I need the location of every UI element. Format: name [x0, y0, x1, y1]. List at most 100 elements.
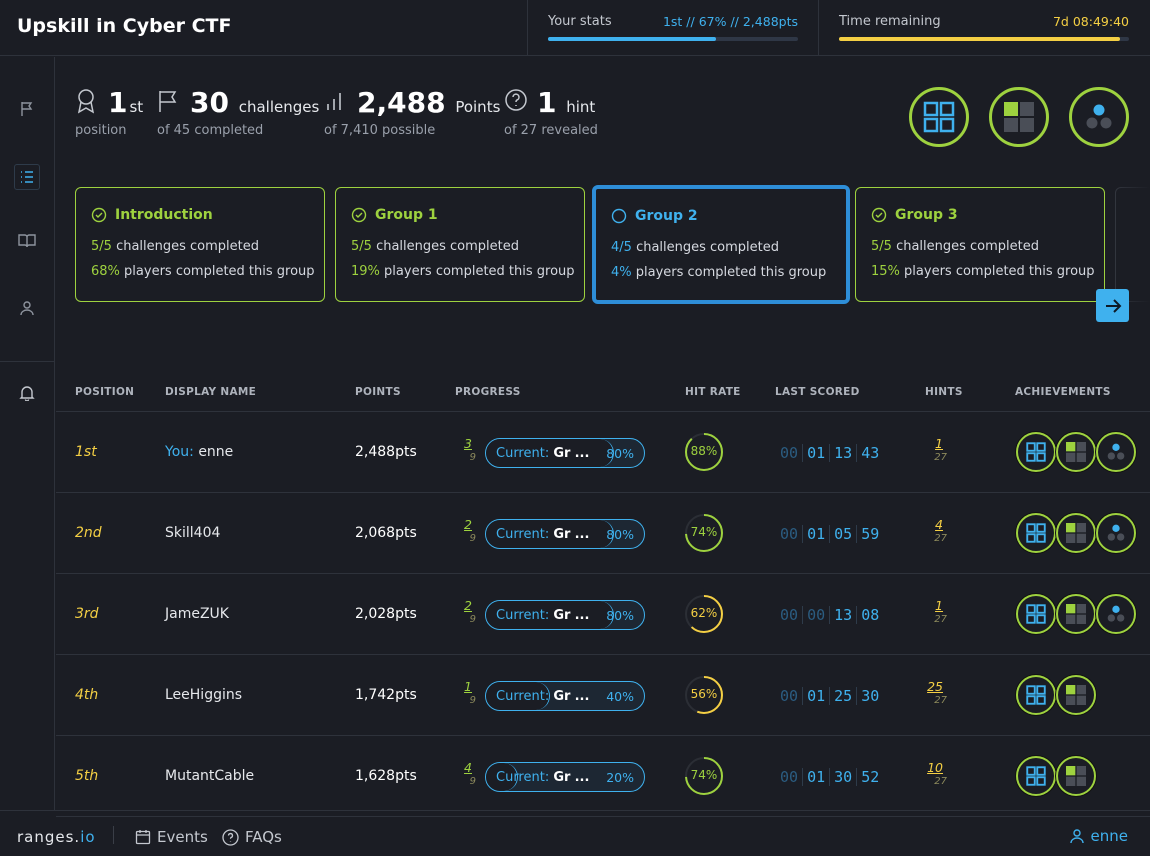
brand-logo[interactable]: ranges.io — [17, 828, 96, 846]
table-row[interactable]: 3rd JameZUK 2,028pts 2 9 Current: Gr ...… — [56, 574, 1150, 655]
user-menu[interactable]: enne — [1069, 827, 1128, 845]
row-progress-pill[interactable]: Current: Gr ... 80% — [485, 519, 645, 549]
group-card-introduction[interactable]: Introduction 5/5 challenges completed 68… — [75, 187, 325, 302]
leaderboard-header: POSITION DISPLAY NAME POINTS PROGRESS HI… — [56, 372, 1150, 412]
award-icon — [77, 89, 95, 114]
calendar-icon — [135, 830, 151, 845]
group-card-group-3[interactable]: Group 3 5/5 challenges completed 15% pla… — [855, 187, 1105, 302]
current-group: Gr — [553, 446, 571, 461]
group-done-text: challenges completed — [636, 240, 780, 255]
row-display-name: Skill404 — [165, 525, 220, 541]
your-stats-fill — [548, 37, 716, 41]
row-position: 5th — [75, 768, 99, 784]
row-progress-pill[interactable]: Current: Gr ... 80% — [485, 438, 645, 468]
events-link[interactable]: Events — [135, 828, 208, 846]
row-progress-pill[interactable]: Current: Gr ... 40% — [485, 681, 645, 711]
last-scored-part: 13 — [829, 444, 856, 462]
time-bar — [839, 37, 1129, 41]
faqs-label: FAQs — [245, 828, 282, 846]
col-points[interactable]: POINTS — [355, 386, 401, 398]
list-icon[interactable] — [14, 164, 40, 190]
row-display-name: You: enne — [165, 444, 233, 460]
time-label: Time remaining — [839, 14, 941, 29]
group-pct: 68% — [91, 264, 120, 279]
col-last-scored[interactable]: LAST SCORED — [775, 386, 860, 398]
row-points: 1,742pts — [355, 687, 417, 703]
achievement-tiles-badge[interactable] — [1056, 756, 1096, 796]
last-scored-part: 13 — [829, 606, 856, 624]
tiles-icon — [1066, 442, 1086, 462]
bell-icon[interactable] — [14, 380, 40, 406]
question-icon — [505, 89, 527, 111]
book-icon[interactable] — [14, 228, 40, 254]
hints-value: 1 — [537, 86, 557, 119]
grid-icon — [1026, 442, 1046, 462]
col-position[interactable]: POSITION — [75, 386, 134, 398]
footer-divider — [113, 826, 114, 844]
group-card-group-2[interactable]: Group 2 4/5 challenges completed 4% play… — [592, 185, 850, 304]
row-display-name: JameZUK — [165, 606, 229, 622]
achievement-grid-badge[interactable] — [1016, 675, 1056, 715]
last-scored-part: 25 — [829, 687, 856, 705]
table-row[interactable]: 4th LeeHiggins 1,742pts 1 9 Current: Gr … — [56, 655, 1150, 736]
table-row[interactable]: 2nd Skill404 2,068pts 2 9 Current: Gr ..… — [56, 493, 1150, 574]
group-done-text: challenges completed — [116, 239, 260, 254]
progress-current: Current: Gr ... — [496, 608, 589, 623]
sidebar — [0, 57, 55, 810]
achievement-tiles-badge[interactable] — [1056, 675, 1096, 715]
row-last-scored: 00 01 05 59 — [780, 525, 883, 543]
hints-used: 1 — [935, 598, 943, 613]
row-progress-pill[interactable]: Current: Gr ... 20% — [485, 762, 645, 792]
achievement-grid-badge[interactable] — [909, 87, 969, 147]
achievement-dots-badge[interactable] — [1096, 432, 1136, 472]
progress-total: 9 — [469, 452, 476, 463]
last-scored-part: 01 — [802, 444, 829, 462]
achievement-tiles-badge[interactable] — [1056, 594, 1096, 634]
row-progress-fraction: 3 9 — [452, 436, 476, 470]
group-pct: 19% — [351, 264, 380, 279]
carousel-next-button[interactable] — [1096, 289, 1129, 322]
achievement-tiles-badge[interactable] — [989, 87, 1049, 147]
time-remaining: Time remaining 7d 08:49:40 — [818, 0, 1150, 56]
row-progress-pill[interactable]: Current: Gr ... 80% — [485, 600, 645, 630]
brand-tld: io — [80, 828, 96, 846]
row-display-name: MutantCable — [165, 768, 254, 784]
group-pct-text: players completed this group — [904, 264, 1095, 279]
hit-rate-text: 56% — [690, 687, 718, 701]
achievement-grid-badge[interactable] — [1016, 432, 1056, 472]
last-scored-part: 52 — [856, 768, 883, 786]
progress-percent: 20% — [606, 770, 634, 785]
col-achievements[interactable]: ACHIEVEMENTS — [1015, 386, 1111, 398]
bar-chart-icon — [327, 93, 341, 110]
achievement-grid-badge[interactable] — [1016, 513, 1056, 553]
position-sub: position — [75, 123, 127, 138]
your-stats-value: 1st // 67% // 2,488pts — [662, 14, 798, 29]
dots-icon — [1107, 605, 1125, 622]
table-row[interactable]: 5th MutantCable 1,628pts 4 9 Current: Gr… — [56, 736, 1150, 817]
col-hints[interactable]: HINTS — [925, 386, 963, 398]
faqs-link[interactable]: FAQs — [222, 828, 282, 846]
flag-icon — [159, 91, 177, 112]
row-hit-rate: 74% — [684, 756, 724, 796]
hints-used: 10 — [927, 760, 943, 775]
achievement-dots-badge[interactable] — [1096, 513, 1136, 553]
grid-icon — [1026, 604, 1046, 624]
grid-icon — [1026, 685, 1046, 705]
table-row[interactable]: 1st You: enne 2,488pts 3 9 Current: Gr .… — [56, 412, 1150, 493]
achievement-dots-badge[interactable] — [1096, 594, 1136, 634]
col-progress[interactable]: PROGRESS — [455, 386, 521, 398]
group-card-group-1[interactable]: Group 1 5/5 challenges completed 19% pla… — [335, 187, 585, 302]
group-done: 5/5 — [91, 239, 112, 254]
achievement-grid-badge[interactable] — [1016, 594, 1056, 634]
achievement-tiles-badge[interactable] — [1056, 513, 1096, 553]
user-icon[interactable] — [14, 295, 40, 321]
achievement-dots-badge[interactable] — [1069, 87, 1129, 147]
progress-completed: 4 — [464, 760, 472, 775]
achievement-tiles-badge[interactable] — [1056, 432, 1096, 472]
col-hit-rate[interactable]: HIT RATE — [685, 386, 741, 398]
progress-completed: 1 — [464, 679, 472, 694]
flag-icon[interactable] — [14, 96, 40, 122]
col-display-name[interactable]: DISPLAY NAME — [165, 386, 256, 398]
achievement-grid-badge[interactable] — [1016, 756, 1056, 796]
arrow-right-icon — [1105, 298, 1121, 313]
